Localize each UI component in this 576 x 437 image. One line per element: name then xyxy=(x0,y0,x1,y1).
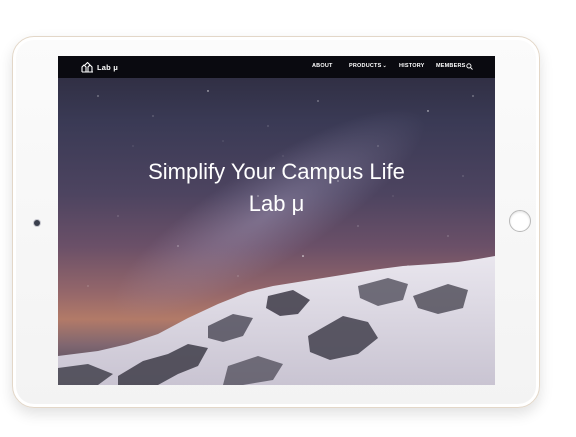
logo-text: Lab μ xyxy=(97,63,119,72)
hero-headline: Simplify Your Campus Life xyxy=(148,159,405,184)
chevron-down-icon: ⌄ xyxy=(382,63,387,69)
bird-logo-icon xyxy=(81,62,93,73)
nav-item-history[interactable]: HISTORY xyxy=(399,63,425,69)
snowy-mountain-image xyxy=(58,256,495,385)
site-navbar: Lab μ ABOUT PRODUCTS⌄ HISTORY MEMBERS xyxy=(58,56,495,78)
nav-item-members[interactable]: MEMBERS xyxy=(436,63,466,69)
tablet-screen: Lab μ ABOUT PRODUCTS⌄ HISTORY MEMBERS Si… xyxy=(58,56,495,385)
home-button[interactable] xyxy=(509,210,531,232)
nav-item-products[interactable]: PRODUCTS⌄ xyxy=(349,63,387,69)
nav-item-products-label: PRODUCTS xyxy=(349,63,382,69)
nav-item-about[interactable]: ABOUT xyxy=(312,63,333,69)
search-icon[interactable] xyxy=(466,63,473,70)
front-camera xyxy=(34,220,40,226)
hero-subheadline: Lab μ xyxy=(248,191,305,216)
site-logo[interactable]: Lab μ xyxy=(81,61,118,74)
